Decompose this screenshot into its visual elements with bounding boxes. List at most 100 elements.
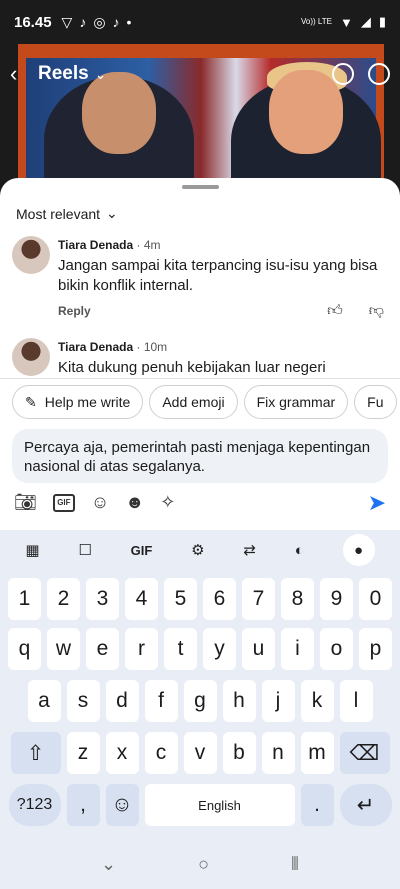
key[interactable]: 5 (164, 578, 197, 620)
sticker-icon[interactable]: ☐ (78, 541, 91, 559)
key[interactable]: z (66, 732, 100, 774)
key[interactable]: o (320, 628, 353, 670)
system-nav-bar: ⌄ ○ ⦀ (0, 840, 400, 889)
key[interactable]: y (203, 628, 236, 670)
comment-author[interactable]: Tiara Denada (58, 238, 133, 252)
key[interactable]: q (8, 628, 41, 670)
recents-icon[interactable]: ⦀ (291, 854, 299, 875)
key[interactable]: 2 (47, 578, 80, 620)
key[interactable]: d (105, 680, 139, 722)
chip-label: Add emoji (162, 394, 225, 410)
drag-handle[interactable] (182, 185, 219, 189)
thumbs-down-icon[interactable]: 👎︎ (369, 302, 384, 320)
avatar[interactable] (12, 236, 50, 274)
comment-author[interactable]: Tiara Denada (58, 340, 133, 354)
avatar[interactable] (12, 338, 50, 376)
apps-grid-icon[interactable]: ▦ (25, 541, 39, 559)
emoji-key-icon[interactable]: ☺ (105, 784, 139, 826)
key[interactable]: f (144, 680, 178, 722)
comment-time: · 4m (136, 238, 161, 252)
search-icon[interactable] (332, 63, 354, 85)
tiktok-icon: ♪ (79, 13, 87, 30)
letter-row-3: ⇧ z x c v b n m ⌫ (0, 732, 400, 774)
instagram-icon: ◎ (93, 13, 106, 30)
translate-icon[interactable]: ⇄ (243, 541, 256, 559)
key[interactable]: p (359, 628, 392, 670)
key[interactable]: k (300, 680, 334, 722)
avatar-sticker-icon[interactable]: ☻ (125, 492, 144, 513)
letter-row-2: a s d f g h j k l (0, 680, 400, 722)
reels-header: ‹ Reels ⌄ (0, 56, 400, 92)
key[interactable]: r (125, 628, 158, 670)
profile-icon[interactable] (368, 63, 390, 85)
send-icon[interactable]: ➤ (368, 490, 386, 516)
backspace-icon[interactable]: ⌫ (339, 732, 390, 774)
number-row: 1 2 3 4 5 6 7 8 9 0 (0, 578, 400, 620)
key[interactable]: h (222, 680, 256, 722)
key[interactable]: 4 (125, 578, 158, 620)
fix-grammar-chip[interactable]: Fix grammar (243, 385, 349, 419)
chip-label: Fu (367, 394, 384, 410)
key[interactable]: l (339, 680, 373, 722)
comments-sheet: Most relevant ⌄ Tiara Denada · 4m Jangan… (0, 178, 400, 378)
key[interactable]: v (183, 732, 217, 774)
key[interactable]: b (222, 732, 256, 774)
status-time: 16.45 (14, 13, 52, 31)
settings-gear-icon[interactable]: ⚙ (191, 541, 204, 559)
key[interactable]: 9 (320, 578, 353, 620)
vpn-icon: ▽ (61, 13, 73, 30)
comment-text: Kita dukung penuh kebijakan luar negeri (58, 359, 326, 376)
key[interactable]: 1 (8, 578, 41, 620)
letter-row-1: q w e r t y u i o p (0, 628, 400, 670)
comment-input[interactable]: Percaya aja, pemerintah pasti menjaga ke… (12, 429, 388, 483)
shift-icon[interactable]: ⇧ (10, 732, 61, 774)
chevron-down-icon[interactable]: ⌄ (95, 66, 107, 83)
enter-icon[interactable]: ↵ (339, 784, 392, 826)
sort-label: Most relevant (16, 205, 101, 222)
thumbs-up-icon[interactable]: 👍︎ (327, 302, 343, 320)
key[interactable]: i (281, 628, 314, 670)
key[interactable]: 3 (86, 578, 119, 620)
comment-composer: Percaya aja, pemerintah pasti menjaga ke… (0, 426, 400, 530)
space-key[interactable]: English (144, 784, 295, 826)
sparkle-icon[interactable]: ✧ (160, 492, 175, 513)
back-icon[interactable]: ‹ (10, 61, 36, 87)
key[interactable]: n (261, 732, 295, 774)
key[interactable]: s (66, 680, 100, 722)
key[interactable]: 0 (359, 578, 392, 620)
key[interactable]: u (242, 628, 275, 670)
status-bar: 16.45 ▽ ♪ ◎ ♪ • Vo)) LTE ▼ ◢ ▮ (0, 0, 400, 44)
key[interactable]: 8 (281, 578, 314, 620)
key[interactable]: t (164, 628, 197, 670)
suggestion-chips: ✎ Help me write Add emoji Fix grammar Fu (0, 378, 400, 426)
theme-palette-icon[interactable]: ◐ (295, 542, 304, 559)
key[interactable]: 6 (203, 578, 236, 620)
key[interactable]: g (183, 680, 217, 722)
microphone-icon[interactable]: ● (342, 534, 375, 566)
key[interactable]: c (144, 732, 178, 774)
gif-button[interactable]: GIF (131, 543, 153, 558)
key[interactable]: m (300, 732, 334, 774)
add-emoji-chip[interactable]: Add emoji (149, 385, 238, 419)
symbols-key[interactable]: ?123 (8, 784, 61, 826)
nav-back-chevron-icon[interactable]: ⌄ (101, 854, 116, 875)
key[interactable]: 7 (242, 578, 275, 620)
help-me-write-chip[interactable]: ✎ Help me write (12, 385, 144, 419)
reels-title[interactable]: Reels (38, 63, 89, 85)
gif-icon[interactable]: GIF (52, 493, 75, 512)
battery-icon: ▮ (378, 14, 386, 29)
key[interactable]: j (261, 680, 295, 722)
network-type: Vo)) LTE (300, 17, 332, 26)
key[interactable]: x (105, 732, 139, 774)
home-circle-icon[interactable]: ○ (198, 854, 209, 875)
reply-button[interactable]: Reply (58, 304, 91, 318)
camera-icon[interactable]: 📷︎ (14, 492, 37, 513)
emoji-icon[interactable]: ☺ (91, 492, 109, 513)
key[interactable]: w (47, 628, 80, 670)
period-key[interactable]: . (300, 784, 334, 826)
key[interactable]: a (27, 680, 61, 722)
key[interactable]: e (86, 628, 119, 670)
comma-key[interactable]: , (66, 784, 100, 826)
sort-dropdown[interactable]: Most relevant ⌄ (16, 205, 118, 222)
more-chip[interactable]: Fu (354, 385, 397, 419)
